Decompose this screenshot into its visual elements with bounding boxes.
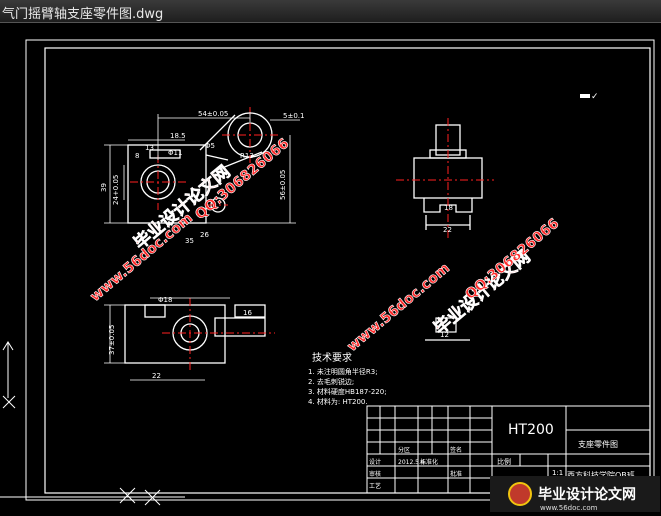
surface-mark — [580, 94, 590, 98]
watermarks: 毕业设计论文网 QQ:306826066 www.56doc.com 毕业设计论… — [87, 135, 563, 355]
dim-54: 54±0.05 — [198, 110, 228, 118]
side-view-centerlines — [396, 118, 494, 240]
dim-22b: 22 — [152, 372, 161, 380]
dim-39: 39 — [100, 183, 108, 192]
watermark-site-2: www.56doc.com — [344, 260, 453, 355]
window-title-bar: 气门摇臂轴支座零件图.dwg — [0, 0, 661, 23]
roughness-mark: ✓ — [591, 92, 599, 102]
watermark-site-1: www.56doc.com — [87, 210, 196, 305]
dim-13: 13 — [145, 144, 154, 152]
cad-drawing-canvas[interactable]: 54±0.05 18.5 5±0.1 8 13 26 56±0.05 39 Φ1… — [0, 23, 661, 512]
dim-24: 24+0.05 — [112, 175, 120, 205]
bottom-view-dim-text: Φ18 37±0.05 22 16 — [108, 296, 252, 380]
scale-value: 1:1 — [552, 469, 563, 477]
dim-35: 35 — [185, 237, 194, 245]
dim-phi18: Φ18 — [158, 296, 172, 304]
dim-16: 16 — [243, 309, 252, 317]
dim-phi5: Φ5 — [205, 142, 215, 150]
dim-26: 26 — [200, 231, 209, 239]
design-label: 设计 — [369, 458, 381, 466]
dim-R13: R13 — [240, 152, 254, 160]
approve-label: 批准 — [450, 470, 462, 478]
note-1: 1. 未注明圆角半径R3; — [308, 367, 378, 376]
logo-url: www.56doc.com — [540, 504, 598, 512]
site-logo: 毕业设计论文网 www.56doc.com — [490, 476, 660, 512]
dim-phi11: Φ11 — [168, 149, 182, 157]
technical-notes: 技术要求 1. 未注明圆角半径R3; 2. 去毛刺锐边; 3. 材料硬度HB18… — [308, 351, 387, 406]
ratio-label: 比例 — [497, 457, 511, 466]
notes-title: 技术要求 — [312, 351, 352, 364]
note-3: 3. 材料硬度HB187-220; — [308, 387, 387, 396]
dim-22: 22 — [443, 226, 452, 234]
dim-18: 18 — [444, 204, 453, 212]
sign-label: 签名 — [450, 446, 462, 454]
zone-label: 分区 — [398, 446, 410, 454]
note-2: 2. 去毛刺锐边; — [308, 377, 354, 386]
dim-18-5: 18.5 — [170, 132, 186, 140]
watermark-qq-2: QQ:306826066 — [462, 216, 562, 304]
drawn-label: 标准化 — [420, 458, 438, 466]
window-title: 气门摇臂轴支座零件图.dwg — [2, 7, 164, 22]
logo-text: 毕业设计论文网 — [538, 486, 636, 503]
dim-5: 5±0.1 — [283, 112, 304, 120]
material-label: HT200 — [508, 422, 554, 438]
note-4: 4. 材料为: HT200. — [308, 397, 368, 406]
process-label: 工艺 — [369, 482, 381, 490]
ucs-icon — [0, 341, 185, 506]
bottom-view-centerlines — [162, 298, 275, 370]
dim-37: 37±0.05 — [108, 325, 116, 355]
drawing-svg[interactable]: 54±0.05 18.5 5±0.1 8 13 26 56±0.05 39 Φ1… — [0, 23, 661, 512]
check-label: 审核 — [369, 470, 381, 478]
dim-8: 8 — [135, 152, 139, 160]
part-name: 支座零件图 — [578, 439, 618, 449]
dim-56: 56±0.05 — [279, 170, 287, 200]
bottom-view-dims — [104, 297, 230, 381]
